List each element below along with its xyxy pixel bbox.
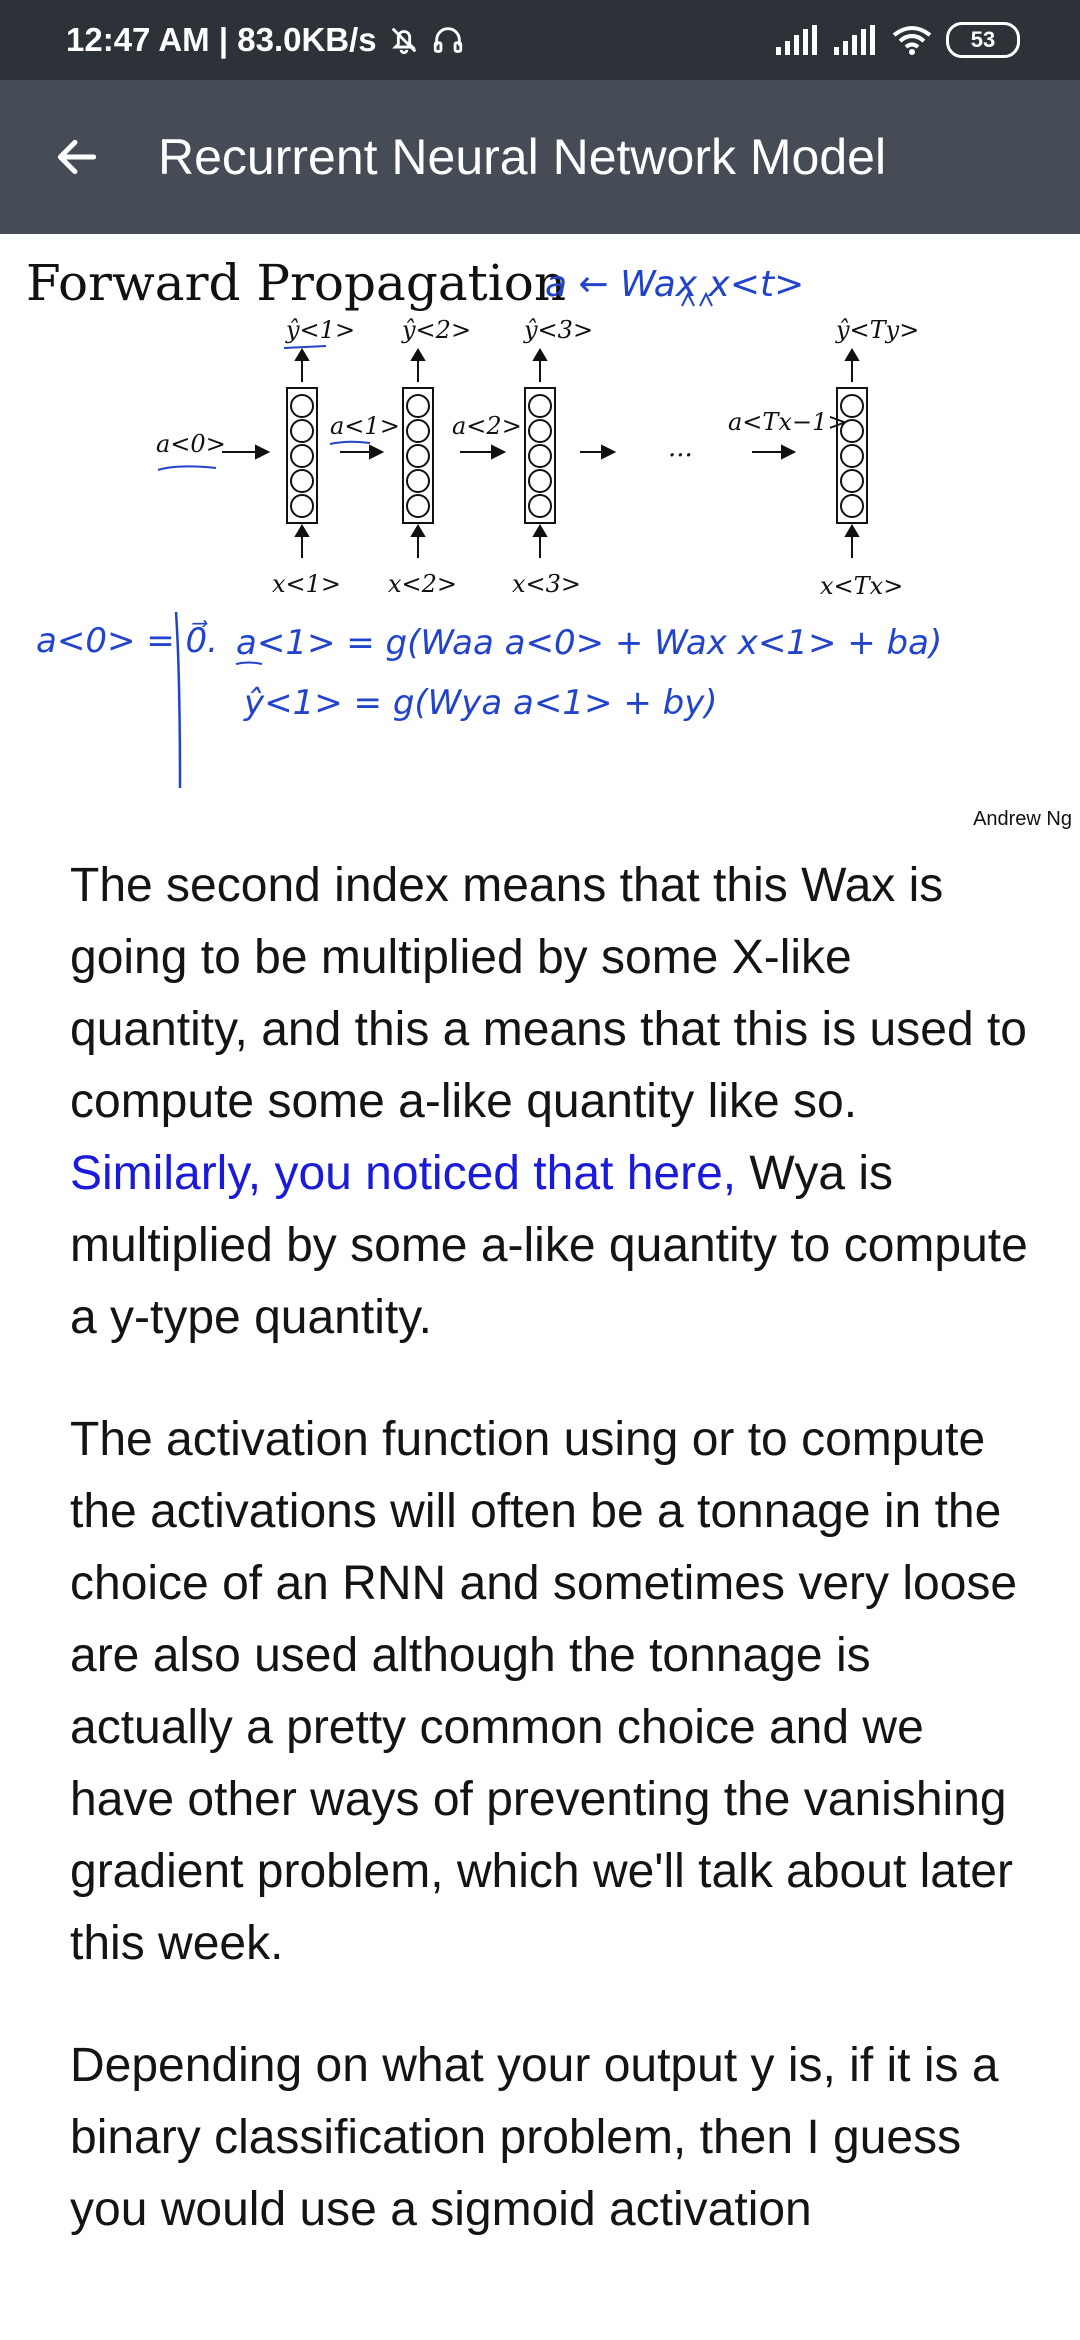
handwritten-note: a ← Wax x<t> — [545, 264, 804, 305]
output-label: ŷ<Ty> — [835, 316, 919, 344]
input-label: x<Tx> — [820, 572, 903, 600]
activation-label: a<0> — [156, 430, 226, 458]
mute-bell-icon — [391, 27, 416, 55]
slide-attribution: Andrew Ng — [973, 808, 1072, 830]
page-title: Recurrent Neural Network Model — [158, 129, 887, 185]
activation-label: a<2> — [452, 412, 522, 440]
output-label: ŷ<1> — [285, 316, 355, 344]
output-label: ŷ<2> — [401, 316, 471, 344]
battery-icon: 53 — [946, 22, 1020, 58]
battery-level: 53 — [970, 27, 996, 52]
transcript-text: The second index means that this Wax is … — [70, 859, 1027, 1128]
input-label: x<3> — [512, 570, 581, 598]
back-button[interactable] — [42, 122, 112, 192]
transcript: The second index means that this Wax is … — [70, 850, 1030, 2296]
activation-label: a<1> — [330, 412, 400, 440]
wifi-icon — [892, 26, 932, 55]
transcript-paragraph: Depending on what your output y is, if i… — [70, 2039, 999, 2236]
transcript-highlight[interactable]: Similarly, you noticed that here, — [70, 1147, 736, 1200]
headset-icon — [433, 27, 462, 53]
rnn-cell — [286, 387, 318, 524]
status-time: 12:47 AM | 83.0KB/s — [66, 21, 377, 58]
transcript-paragraph: The activation function using or to comp… — [70, 1413, 1018, 1970]
handwritten-eq1: a<1> = g(Waa a<0> + Wax x<1> + ba) — [236, 623, 942, 663]
arrow-left-icon — [57, 139, 97, 175]
transcript-paragraph: The second index means that this Wax is … — [70, 850, 1030, 1354]
lecture-slide: Forward Propagation a ← Wax x<t> ŷ<1> ŷ<… — [0, 234, 1080, 844]
app-bar: Recurrent Neural Network Model — [0, 80, 1080, 234]
status-left: 12:47 AM | 83.0KB/s — [66, 0, 465, 80]
handwritten-init: a<0> = 0⃗. — [36, 620, 218, 661]
ellipsis: ... — [668, 433, 693, 463]
signal-icon — [834, 25, 875, 55]
output-label: ŷ<3> — [523, 316, 593, 344]
status-bar: 12:47 AM | 83.0KB/s 53 — [0, 0, 1080, 80]
activation-label: a<Tx−1> — [728, 408, 847, 436]
rnn-cell — [524, 387, 556, 524]
status-right: 53 — [776, 0, 1020, 80]
signal-icon — [776, 25, 817, 55]
rnn-diagram: a ← Wax x<t> ŷ<1> ŷ<2> ŷ<3> ŷ<Ty> a<0> a… — [36, 264, 942, 789]
input-label: x<1> — [272, 570, 341, 598]
handwritten-eq2: ŷ<1> = g(Wya a<1> + by) — [243, 683, 718, 723]
input-label: x<2> — [388, 570, 457, 598]
rnn-cell — [402, 387, 434, 524]
